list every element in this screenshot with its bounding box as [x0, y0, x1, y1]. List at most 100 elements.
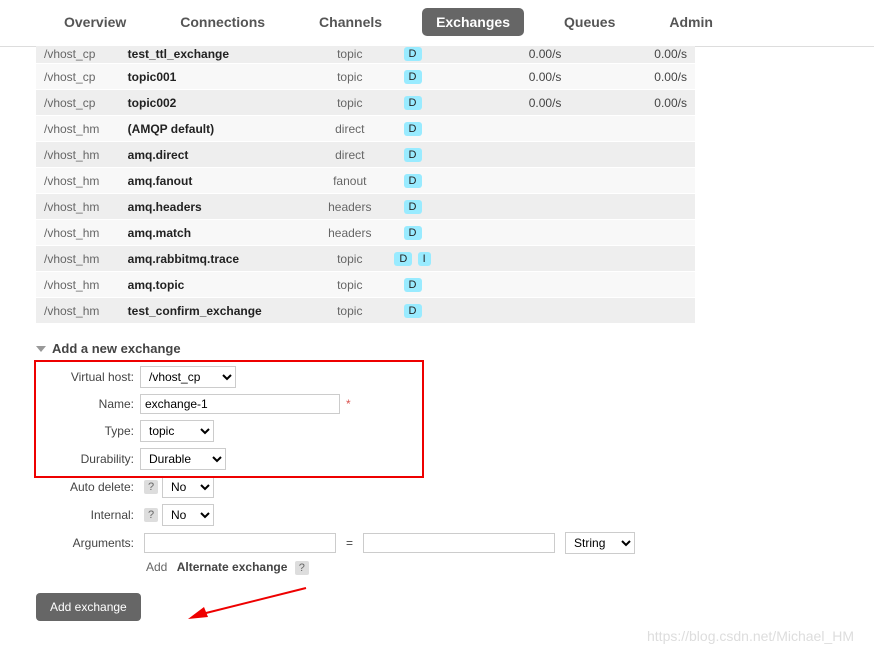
cell-name[interactable]: amq.topic — [120, 272, 319, 298]
cell-type: topic — [318, 90, 381, 116]
cell-vhost: /vhost_hm — [36, 220, 120, 246]
cell-name[interactable]: topic002 — [120, 90, 319, 116]
tab-connections[interactable]: Connections — [166, 8, 279, 36]
cell-vhost: /vhost_hm — [36, 298, 120, 324]
cell-rate-in — [444, 168, 570, 194]
durable-badge: D — [404, 226, 422, 240]
cell-rate-in — [444, 246, 570, 272]
cell-name[interactable]: test_confirm_exchange — [120, 298, 319, 324]
cell-rate-in — [444, 298, 570, 324]
cell-vhost: /vhost_hm — [36, 142, 120, 168]
durability-select[interactable]: Durable — [140, 448, 226, 470]
cell-type: topic — [318, 272, 381, 298]
section-title: Add a new exchange — [52, 341, 181, 356]
cell-badges: D I — [381, 246, 444, 272]
add-exchange-form: Virtual host: /vhost_cp Name: * Type: to… — [36, 366, 695, 621]
table-row: /vhost_hm(AMQP default)directD — [36, 116, 695, 142]
table-row: /vhost_cptopic001topicD0.00/s0.00/s — [36, 64, 695, 90]
cell-rate-out — [569, 142, 695, 168]
internal-select[interactable]: No — [162, 504, 214, 526]
table-row: /vhost_hmamq.topictopic D — [36, 272, 695, 298]
equals-sign: = — [340, 536, 359, 550]
cell-badges: D — [381, 116, 444, 142]
cell-vhost: /vhost_hm — [36, 116, 120, 142]
durable-badge: D — [404, 278, 422, 292]
help-icon[interactable]: ? — [144, 508, 158, 522]
cell-rate-in: 0.00/s — [444, 46, 570, 64]
alternate-exchange-link[interactable]: Alternate exchange — [177, 560, 288, 574]
table-row: /vhost_hmamq.rabbitmq.tracetopicD I — [36, 246, 695, 272]
table-row: /vhost_hmamq.directdirectD — [36, 142, 695, 168]
durable-badge: D — [404, 47, 422, 61]
arg-value-input[interactable] — [363, 533, 555, 553]
cell-badges: D — [381, 90, 444, 116]
cell-type: headers — [318, 220, 381, 246]
add-exchange-header[interactable]: Add a new exchange — [36, 341, 695, 356]
help-icon[interactable]: ? — [295, 561, 309, 575]
cell-name[interactable]: amq.fanout — [120, 168, 319, 194]
cell-name[interactable]: amq.rabbitmq.trace — [120, 246, 319, 272]
help-icon[interactable]: ? — [144, 480, 158, 494]
cell-name[interactable]: amq.direct — [120, 142, 319, 168]
table-row: /vhost_hmamq.matchheaders D — [36, 220, 695, 246]
durable-badge: D — [404, 200, 422, 214]
cell-vhost: /vhost_hm — [36, 272, 120, 298]
label-name: Name: — [36, 397, 140, 411]
cell-vhost: /vhost_cp — [36, 46, 120, 64]
tab-channels[interactable]: Channels — [305, 8, 396, 36]
auto-delete-select[interactable]: No — [162, 476, 214, 498]
arrow-annotation — [186, 583, 316, 623]
cell-rate-out — [569, 194, 695, 220]
name-input[interactable] — [140, 394, 340, 414]
cell-rate-in: 0.00/s — [444, 90, 570, 116]
durable-badge: D — [394, 252, 412, 266]
cell-name[interactable]: topic001 — [120, 64, 319, 90]
cell-rate-out — [569, 298, 695, 324]
watermark: https://blog.csdn.net/Michael_HM — [647, 628, 854, 644]
cell-rate-out — [569, 116, 695, 142]
durable-badge: D — [404, 148, 422, 162]
cell-name[interactable]: amq.headers — [120, 194, 319, 220]
add-exchange-button[interactable]: Add exchange — [36, 593, 141, 621]
table-row: /vhost_hmamq.fanoutfanoutD — [36, 168, 695, 194]
main-tabs: Overview Connections Channels Exchanges … — [0, 0, 874, 47]
cell-vhost: /vhost_cp — [36, 90, 120, 116]
type-select[interactable]: topic — [140, 420, 214, 442]
cell-vhost: /vhost_hm — [36, 168, 120, 194]
cell-badges: D — [381, 298, 444, 324]
table-row: /vhost_cptest_ttl_exchangetopicD0.00/s0.… — [36, 46, 695, 64]
cell-badges: D — [381, 142, 444, 168]
label-type: Type: — [36, 424, 140, 438]
durable-badge: D — [404, 174, 422, 188]
cell-rate-in — [444, 142, 570, 168]
cell-rate-in — [444, 220, 570, 246]
table-row: /vhost_cptopic002topic D 0.00/s0.00/s — [36, 90, 695, 116]
cell-type: topic — [318, 298, 381, 324]
cell-rate-out: 0.00/s — [569, 90, 695, 116]
cell-vhost: /vhost_cp — [36, 64, 120, 90]
tab-admin[interactable]: Admin — [655, 8, 727, 36]
tab-overview[interactable]: Overview — [50, 8, 140, 36]
cell-rate-in — [444, 116, 570, 142]
arg-type-select[interactable]: String — [565, 532, 635, 554]
label-vhost: Virtual host: — [36, 370, 140, 384]
tab-queues[interactable]: Queues — [550, 8, 629, 36]
cell-name[interactable]: amq.match — [120, 220, 319, 246]
cell-name[interactable]: (AMQP default) — [120, 116, 319, 142]
label-auto-delete: Auto delete: — [36, 480, 140, 494]
exchange-table: /vhost_cptest_ttl_exchangetopicD0.00/s0.… — [36, 45, 695, 323]
cell-badges: D — [381, 168, 444, 194]
tab-exchanges[interactable]: Exchanges — [422, 8, 524, 36]
arg-key-input[interactable] — [144, 533, 336, 553]
add-argument-row: Add Alternate exchange ? — [146, 560, 695, 575]
cell-name[interactable]: test_ttl_exchange — [120, 46, 319, 64]
cell-type: topic — [318, 64, 381, 90]
cell-rate-in: 0.00/s — [444, 64, 570, 90]
vhost-select[interactable]: /vhost_cp — [140, 366, 236, 388]
durable-badge: D — [404, 96, 422, 110]
cell-rate-out: 0.00/s — [569, 46, 695, 64]
cell-badges: D — [381, 64, 444, 90]
add-text: Add — [146, 560, 167, 574]
label-durability: Durability: — [36, 452, 140, 466]
cell-badges: D — [381, 46, 444, 64]
